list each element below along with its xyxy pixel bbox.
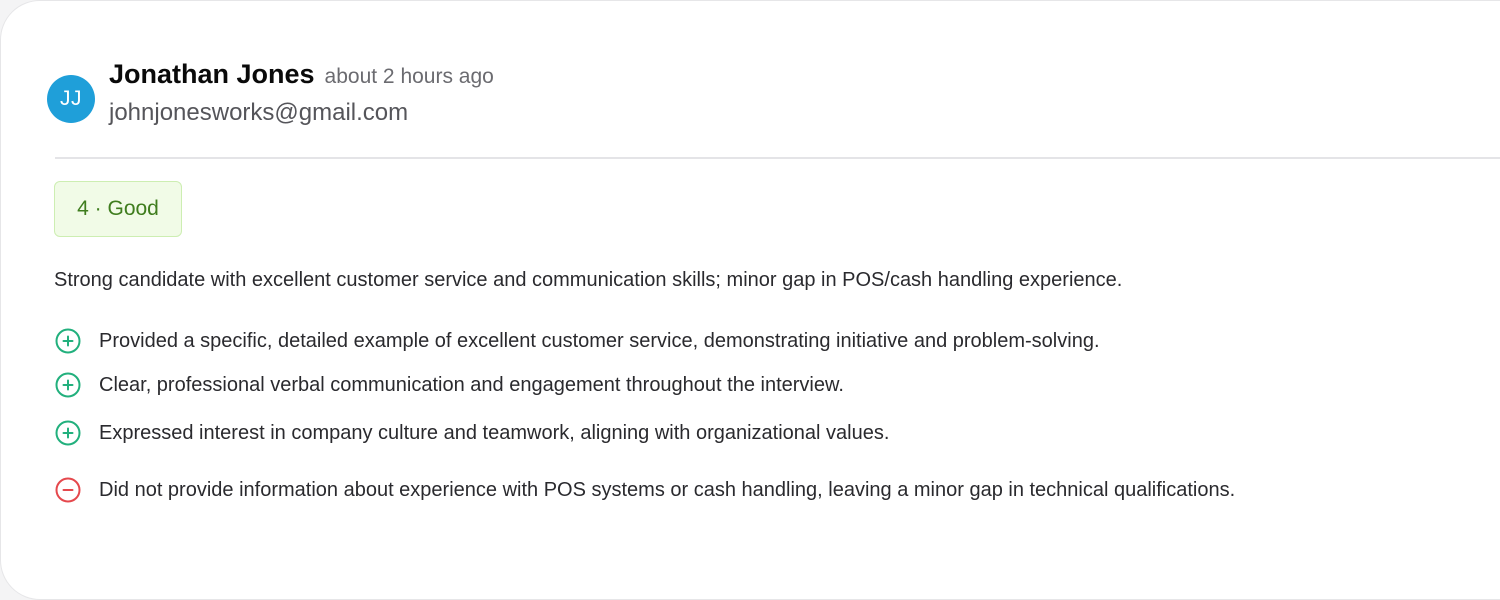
reviewer-header: JJ Jonathan Jones about 2 hours ago john… bbox=[47, 59, 494, 127]
review-timestamp: about 2 hours ago bbox=[324, 65, 494, 88]
strength-item: Clear, professional verbal communication… bbox=[54, 371, 844, 399]
avatar: JJ bbox=[47, 75, 95, 123]
weakness-text: Did not provide information about experi… bbox=[99, 478, 1236, 501]
minus-circle-icon bbox=[54, 476, 82, 504]
review-card: JJ Jonathan Jones about 2 hours ago john… bbox=[0, 0, 1500, 600]
strength-item: Expressed interest in company culture an… bbox=[54, 419, 889, 447]
strength-text: Clear, professional verbal communication… bbox=[99, 373, 844, 396]
plus-circle-icon bbox=[54, 327, 82, 355]
plus-circle-icon bbox=[54, 371, 82, 399]
name-line: Jonathan Jones about 2 hours ago bbox=[109, 59, 494, 95]
weakness-item: Did not provide information about experi… bbox=[54, 476, 1235, 504]
reviewer-email: johnjonesworks@gmail.com bbox=[109, 99, 409, 126]
strength-text: Expressed interest in company culture an… bbox=[99, 421, 890, 444]
divider bbox=[55, 157, 1500, 159]
reviewer-name: Jonathan Jones bbox=[109, 59, 315, 89]
reviewer-identity: Jonathan Jones about 2 hours ago johnjon… bbox=[109, 59, 494, 127]
strength-item: Provided a specific, detailed example of… bbox=[54, 327, 1100, 355]
score-badge: 4 · Good bbox=[54, 181, 182, 237]
plus-circle-icon bbox=[54, 419, 82, 447]
strength-text: Provided a specific, detailed example of… bbox=[99, 329, 1100, 352]
review-summary: Strong candidate with excellent customer… bbox=[54, 269, 1123, 291]
